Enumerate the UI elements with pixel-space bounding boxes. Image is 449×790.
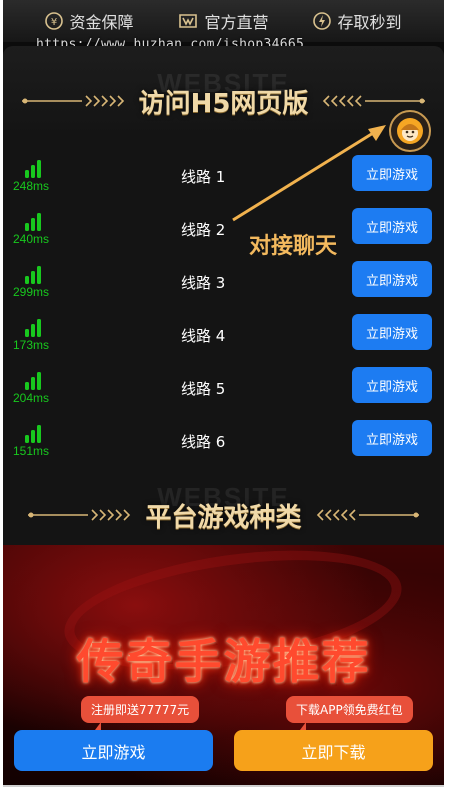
guarantee-official: 官方直营: [178, 9, 269, 33]
line-play-button[interactable]: 立即游戏: [352, 314, 432, 350]
yen-shield-icon: ¥: [45, 12, 64, 30]
section-title-text: 平台游戏种类: [145, 502, 302, 533]
line-row: 204ms 线路 5 立即游戏: [3, 367, 444, 423]
register-bonus-badge: 注册即送77777元: [81, 696, 200, 723]
line-latency: 240ms: [13, 232, 50, 246]
svg-text:¥: ¥: [51, 17, 57, 28]
line-name: 线路 6: [181, 433, 226, 451]
line-play-button[interactable]: 立即游戏: [352, 367, 432, 403]
guarantee-bar: ¥ 资金保障 官方直营 存取秒到: [3, 0, 444, 42]
line-latency: 299ms: [13, 285, 50, 299]
play-now-button[interactable]: 立即游戏: [14, 730, 213, 771]
section-title-h5: WEBSITE 访问H5网页版: [3, 68, 444, 126]
title-ornament-right-icon: [316, 509, 419, 521]
guarantee-funds-label: 资金保障: [69, 13, 134, 32]
line-row: 299ms 线路 3 立即游戏: [3, 261, 444, 317]
chat-label: 对接聊天: [249, 234, 338, 259]
official-badge-icon: [179, 14, 198, 28]
line-latency: 248ms: [13, 179, 50, 193]
signal-strength-icon: [25, 213, 41, 231]
signal-strength-icon: [25, 425, 41, 443]
banner-title: 传奇手游推荐: [76, 635, 371, 690]
chat-arrow-icon: [232, 125, 386, 222]
download-app-button[interactable]: 立即下载: [234, 730, 433, 771]
app-frame: ¥ 资金保障 官方直营 存取秒到 https://www.huzhan.com/…: [3, 0, 444, 787]
signal-strength-icon: [25, 266, 41, 284]
guarantee-funds: ¥ 资金保障: [45, 9, 134, 33]
signal-strength-icon: [25, 319, 41, 337]
line-play-button[interactable]: 立即游戏: [352, 420, 432, 456]
line-name: 线路 4: [181, 327, 226, 345]
section-title-text: 访问H5网页版: [138, 88, 309, 119]
line-latency: 173ms: [13, 338, 50, 352]
signal-strength-icon: [25, 160, 41, 178]
lightning-icon: [313, 12, 332, 30]
title-ornament-right-icon: [323, 95, 426, 107]
customer-service-icon: [397, 118, 423, 144]
guarantee-instant-label: 存取秒到: [337, 13, 402, 32]
line-name: 线路 5: [181, 380, 226, 398]
title-ornament-left-icon: [28, 509, 131, 521]
line-name: 线路 3: [181, 274, 226, 292]
guarantee-instant: 存取秒到: [313, 9, 402, 33]
chat-support-button[interactable]: [389, 110, 431, 152]
line-name: 线路 1: [181, 168, 226, 186]
line-name: 线路 2: [181, 221, 226, 239]
line-row: 173ms 线路 4 立即游戏: [3, 314, 444, 370]
line-latency: 151ms: [13, 444, 50, 458]
download-bonus-text: 下载APP领免费红包: [296, 703, 403, 717]
line-row: 151ms 线路 6 立即游戏: [3, 420, 444, 476]
download-bonus-badge: 下载APP领免费红包: [286, 696, 413, 723]
signal-strength-icon: [25, 372, 41, 390]
guarantee-official-label: 官方直营: [204, 13, 269, 32]
line-latency: 204ms: [13, 391, 50, 405]
register-bonus-text: 注册即送77777元: [91, 703, 190, 717]
line-play-button[interactable]: 立即游戏: [352, 261, 432, 297]
title-ornament-left-icon: [21, 95, 124, 107]
section-title-games: WEBSITE 平台游戏种类: [3, 482, 444, 540]
